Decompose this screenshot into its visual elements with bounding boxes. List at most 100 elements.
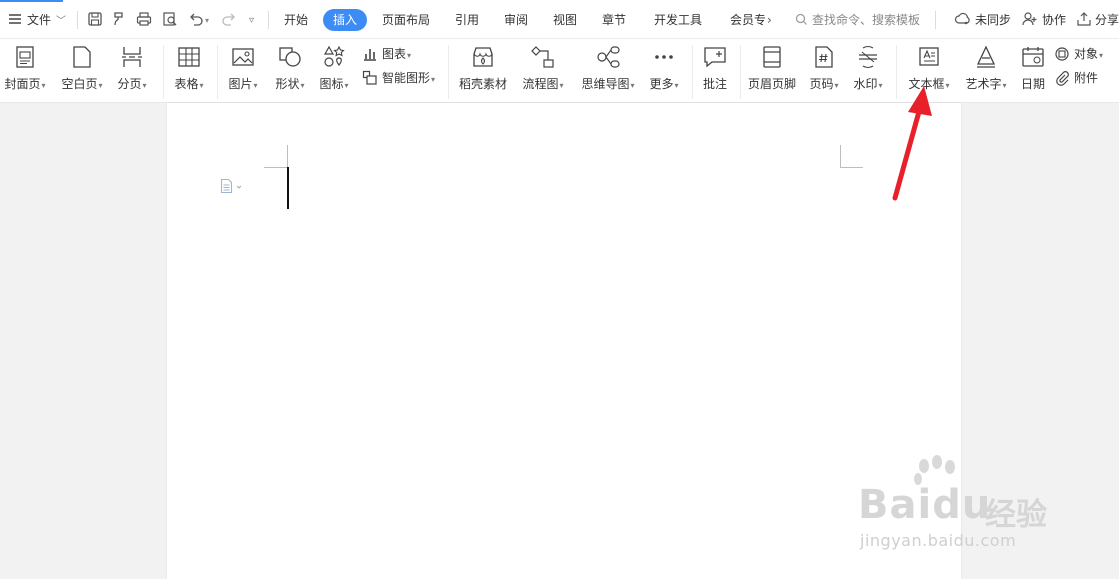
mindmap-button[interactable]: 思维导图▾ [576, 42, 640, 96]
icons-button[interactable]: 图标▾ [315, 42, 353, 96]
caret-icon: ▾ [630, 81, 635, 90]
icons-gallery-icon [321, 44, 347, 70]
caret-icon: ▾ [253, 81, 258, 90]
tab-member[interactable]: 会员专 [730, 9, 766, 31]
object-icon [1055, 47, 1069, 61]
page-break-icon [119, 44, 145, 70]
search-placeholder: 查找命令、搜索模板 [812, 13, 921, 27]
ribbon-divider [448, 45, 449, 99]
command-search[interactable]: 查找命令、搜索模板 [795, 9, 920, 31]
tab-developer[interactable]: 开发工具 [654, 9, 702, 31]
shape-button[interactable]: 形状▾ [269, 42, 311, 96]
smart-shape-button[interactable]: 智能图形▾ [362, 68, 435, 88]
caret-icon: ▾ [300, 81, 305, 90]
caret-icon: ▾ [41, 81, 46, 90]
date-button[interactable]: 日期 [1017, 42, 1049, 96]
paragraph-layout-icon[interactable] [220, 178, 246, 194]
more-dots-icon [651, 44, 677, 70]
save-icon[interactable] [87, 11, 105, 29]
tab-page-layout[interactable]: 页面布局 [382, 9, 430, 31]
shape-icon [277, 44, 303, 70]
watermark-label: 水印 [853, 77, 878, 91]
undo-icon[interactable] [188, 11, 206, 29]
baidu-jingyan-watermark: Baidu 经验 jingyan.baidu.com [855, 455, 1065, 575]
cover-page-label: 封面页 [4, 77, 41, 91]
sync-status[interactable]: 未同步 [975, 9, 1011, 31]
tab-review[interactable]: 审阅 [504, 9, 528, 31]
cloud-sync-icon[interactable] [954, 11, 972, 29]
print-icon[interactable] [136, 11, 154, 29]
cover-page-icon [12, 44, 38, 70]
tab-references[interactable]: 引用 [455, 9, 479, 31]
share-button[interactable]: 分享 [1095, 9, 1119, 31]
picture-button[interactable]: 图片▾ [223, 42, 263, 96]
wordart-icon [973, 44, 999, 70]
file-menu[interactable]: 文件 ﹀ [27, 9, 66, 31]
cover-page-button[interactable]: 封面页▾ [1, 42, 49, 96]
stock-material-button[interactable]: 稻壳素材 [455, 42, 511, 96]
mindmap-label: 思维导图 [581, 77, 630, 91]
collaborate-icon[interactable] [1022, 11, 1040, 29]
blank-page-button[interactable]: 空白页▾ [58, 42, 106, 96]
margin-corner-mark [840, 145, 841, 167]
flowchart-label: 流程图 [522, 77, 559, 91]
margin-corner-mark [840, 167, 863, 168]
stock-material-icon [470, 44, 496, 70]
text-cursor [287, 167, 289, 209]
textbox-icon [916, 44, 942, 70]
caret-icon: ▾ [407, 51, 412, 60]
blank-page-icon [69, 44, 95, 70]
table-button[interactable]: 表格▾ [167, 42, 211, 96]
page-number-button[interactable]: 页码▾ [804, 42, 844, 96]
collaborate-button[interactable]: 协作 [1042, 9, 1066, 31]
format-painter-icon[interactable] [111, 11, 129, 29]
header-footer-label: 页眉页脚 [747, 77, 796, 91]
more-button[interactable]: 更多▾ [643, 42, 685, 96]
smart-shape-label: 智能图形 [382, 71, 431, 85]
chart-icon [364, 49, 376, 61]
watermark-brand-cn: 经验 [985, 497, 1047, 533]
annotation-arrow-icon [892, 86, 932, 201]
watermark-icon [855, 44, 881, 70]
tab-insert[interactable]: 插入 [323, 9, 367, 31]
tab-home[interactable]: 开始 [284, 9, 308, 31]
smart-shape-icon [362, 70, 377, 85]
hamburger-menu-icon[interactable] [7, 11, 25, 29]
share-icon[interactable] [1076, 11, 1094, 29]
ribbon-divider [163, 45, 164, 99]
tab-view[interactable]: 视图 [553, 9, 577, 31]
object-button[interactable]: 对象▾ [1054, 44, 1103, 64]
document-page[interactable] [167, 103, 961, 579]
table-label: 表格 [174, 77, 199, 91]
print-preview-icon[interactable] [162, 11, 180, 29]
page-number-icon [811, 44, 837, 70]
caret-icon: ▾ [431, 75, 436, 84]
flowchart-button[interactable]: 流程图▾ [518, 42, 568, 96]
menu-bar: 文件 ﹀ ▾ ▿ 开始 插入 页面布局 引用 审阅 视图 章节 开发工具 会员专 … [0, 0, 1119, 39]
caret-icon: ▾ [1002, 81, 1007, 90]
tabs-scroll-right-icon[interactable]: › [767, 9, 772, 31]
quick-access-more-icon[interactable]: ▿ [249, 10, 254, 32]
file-menu-label: 文件 [27, 13, 52, 27]
object-label: 对象 [1074, 47, 1099, 61]
tab-sections[interactable]: 章节 [602, 9, 626, 31]
watermark-url: jingyan.baidu.com [860, 531, 1017, 550]
caret-icon: ▾ [199, 81, 204, 90]
paperclip-icon [1056, 71, 1069, 86]
page-break-button[interactable]: 分页▾ [111, 42, 153, 96]
comment-button[interactable]: 批注 [697, 42, 733, 96]
ribbon-insert: 封面页▾ 空白页▾ 分页▾ 表格▾ 图片▾ 形状▾ 图标▾ 图表▾ 智能图形▾ … [0, 39, 1119, 103]
ribbon-divider [740, 45, 741, 99]
header-footer-icon [759, 44, 785, 70]
undo-dropdown-icon[interactable]: ▾ [205, 10, 209, 32]
header-footer-button[interactable]: 页眉页脚 [745, 42, 799, 96]
wordart-button[interactable]: 艺术字▾ [961, 42, 1011, 96]
chart-button[interactable]: 图表▾ [362, 44, 411, 64]
attachment-label: 附件 [1074, 71, 1099, 85]
picture-icon [230, 44, 256, 70]
attachment-button[interactable]: 附件 [1054, 68, 1098, 88]
date-label: 日期 [1020, 77, 1045, 91]
wordart-label: 艺术字 [965, 77, 1002, 91]
page-break-label: 分页 [117, 77, 142, 91]
redo-icon[interactable] [221, 11, 239, 29]
